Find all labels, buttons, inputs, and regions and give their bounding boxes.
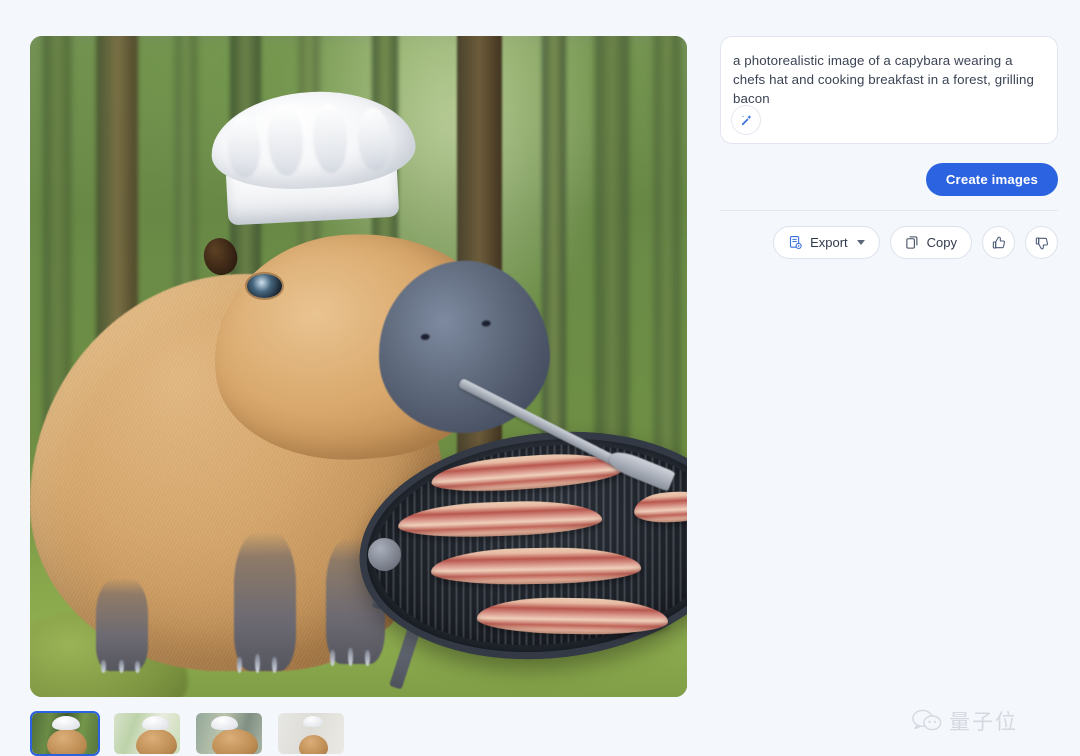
chevron-down-icon — [856, 240, 865, 245]
create-row: Create images — [720, 163, 1058, 196]
thumbnail-chef-hat — [303, 716, 323, 727]
thumbnail-image — [278, 713, 344, 754]
chef-hat-fold — [355, 107, 392, 173]
app-root: a photorealistic image of a capybara wea… — [0, 0, 1080, 756]
magic-wand-button[interactable] — [731, 105, 761, 135]
thumbnail-chef-hat — [141, 716, 170, 731]
watermark-text: 量子位 — [949, 710, 1018, 734]
prompt-input[interactable]: a photorealistic image of a capybara wea… — [733, 51, 1045, 108]
thumbnail-capybara — [299, 735, 329, 754]
thumbnail-capybara — [136, 728, 178, 754]
capybara-eye — [246, 273, 283, 298]
export-button[interactable]: Export — [773, 226, 880, 259]
panel-divider — [720, 210, 1058, 211]
wechat-icon — [912, 709, 942, 731]
capybara-claw — [134, 660, 140, 673]
capybara-claw — [100, 659, 106, 673]
thumbs-down-icon — [1035, 236, 1048, 249]
watermark: 量子位 — [912, 706, 1018, 736]
thumbnail-chef-hat — [210, 716, 239, 731]
capybara-claw — [254, 653, 260, 673]
thumbs-down-button[interactable] — [1025, 226, 1058, 259]
create-images-button[interactable]: Create images — [925, 163, 1058, 196]
capybara-nostril — [421, 332, 431, 340]
thumbnail-capybara — [46, 728, 88, 754]
capybara-nostril — [481, 319, 492, 327]
thumbs-up-button[interactable] — [982, 226, 1015, 259]
thumbnail-2[interactable] — [194, 711, 264, 756]
export-label: Export — [810, 235, 848, 250]
copy-label: Copy — [926, 235, 957, 250]
capybara-front-leg — [233, 531, 297, 673]
thumbnail-image — [196, 713, 262, 754]
thumbnail-3[interactable] — [276, 711, 346, 756]
capybara-rear-leg — [95, 578, 149, 673]
export-document-icon — [790, 236, 802, 249]
thumbnail-image — [32, 713, 98, 754]
thumbnail-0[interactable] — [30, 711, 100, 756]
magic-wand-icon — [741, 114, 751, 125]
prompt-box[interactable]: a photorealistic image of a capybara wea… — [720, 36, 1058, 144]
result-toolbar: Export Copy — [720, 226, 1058, 259]
thumbnail-image — [114, 713, 180, 754]
controls-panel: a photorealistic image of a capybara wea… — [720, 36, 1058, 259]
chef-hat-fold — [265, 104, 305, 177]
thumbnail-1[interactable] — [112, 711, 182, 756]
capybara-claw — [272, 656, 278, 673]
chef-hat-fold — [310, 103, 349, 175]
thumbnail-strip — [30, 711, 346, 756]
copy-icon — [905, 236, 918, 249]
thumbs-up-icon — [992, 236, 1005, 249]
capybara-claw — [364, 649, 370, 666]
generated-image-artwork — [30, 36, 687, 697]
copy-button[interactable]: Copy — [889, 226, 972, 259]
generated-image[interactable] — [30, 36, 687, 697]
thumbnail-capybara — [211, 728, 259, 754]
chef-hat-fold — [225, 116, 262, 180]
thumbnail-chef-hat — [51, 716, 80, 731]
capybara-claw — [348, 647, 354, 666]
capybara-claw — [118, 659, 124, 673]
